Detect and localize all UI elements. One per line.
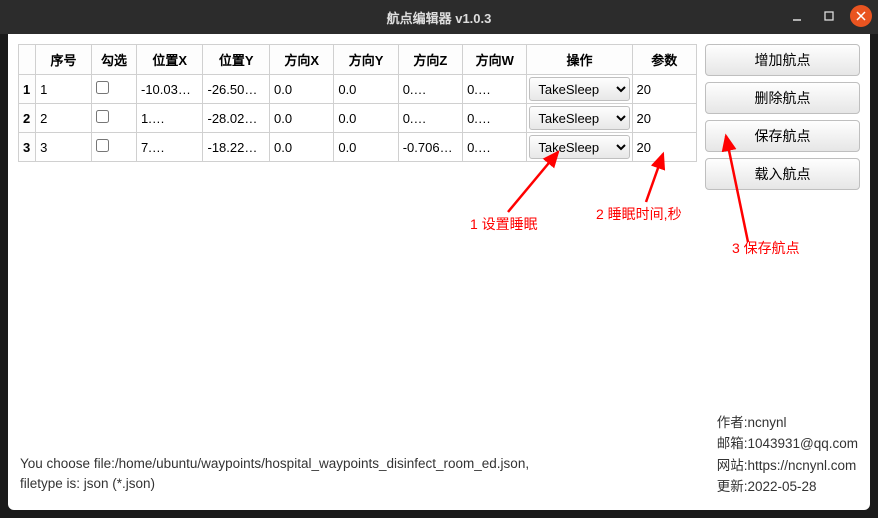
waypoint-table[interactable]: 序号 勾选 位置X 位置Y 方向X 方向Y 方向Z 方向W 操作 参数 11-1 — [18, 44, 697, 162]
cell-dirz[interactable]: 0.… — [398, 104, 462, 133]
meta-update: 更新:2022-05-28 — [717, 476, 858, 498]
cell-check[interactable] — [91, 75, 136, 104]
cell-posx[interactable]: -10.03… — [136, 75, 203, 104]
minimize-button[interactable] — [786, 5, 808, 27]
save-waypoint-button[interactable]: 保存航点 — [705, 120, 860, 152]
table-row[interactable]: 221.…-28.02…0.00.00.…0.…TakeSleep20 — [19, 104, 697, 133]
meta-email: 邮箱:1043931@qq.com — [717, 433, 858, 455]
left-pane: 序号 勾选 位置X 位置Y 方向X 方向Y 方向Z 方向W 操作 参数 11-1 — [18, 44, 697, 510]
col-dirx[interactable]: 方向X — [269, 45, 333, 75]
waypoint-table-container: 序号 勾选 位置X 位置Y 方向X 方向Y 方向Z 方向W 操作 参数 11-1 — [18, 44, 697, 510]
col-posx[interactable]: 位置X — [136, 45, 203, 75]
footer-line2: filetype is: json (*.json) — [20, 474, 529, 494]
col-check[interactable]: 勾选 — [91, 45, 136, 75]
cell-param[interactable]: 20 — [632, 104, 696, 133]
col-idx[interactable]: 序号 — [36, 45, 92, 75]
meta-author: 作者:ncnynl — [717, 412, 858, 434]
add-waypoint-button[interactable]: 增加航点 — [705, 44, 860, 76]
maximize-button[interactable] — [818, 5, 840, 27]
cell-dirw[interactable]: 0.… — [463, 75, 527, 104]
cell-dirw[interactable]: 0.… — [463, 104, 527, 133]
operation-select[interactable]: TakeSleep — [529, 106, 629, 130]
cell-posy[interactable]: -28.02… — [203, 104, 270, 133]
cell-param[interactable]: 20 — [632, 133, 696, 162]
delete-waypoint-button[interactable]: 删除航点 — [705, 82, 860, 114]
cell-posy[interactable]: -18.22… — [203, 133, 270, 162]
operation-select[interactable]: TakeSleep — [529, 77, 629, 101]
cell-dirx[interactable]: 0.0 — [269, 133, 333, 162]
close-button[interactable] — [850, 5, 872, 27]
cell-check[interactable] — [91, 133, 136, 162]
table-row[interactable]: 11-10.03…-26.50…0.00.00.…0.…TakeSleep20 — [19, 75, 697, 104]
cell-posx[interactable]: 7.… — [136, 133, 203, 162]
cell-idx[interactable]: 2 — [36, 104, 92, 133]
load-waypoint-button[interactable]: 载入航点 — [705, 158, 860, 190]
window-body: 序号 勾选 位置X 位置Y 方向X 方向Y 方向Z 方向W 操作 参数 11-1 — [8, 34, 870, 510]
col-posy[interactable]: 位置Y — [203, 45, 270, 75]
cell-diry[interactable]: 0.0 — [334, 104, 398, 133]
cell-op[interactable]: TakeSleep — [527, 104, 632, 133]
annotation-1: 1 设置睡眠 — [470, 214, 538, 234]
col-dirw[interactable]: 方向W — [463, 45, 527, 75]
annotation-2: 2 睡眠时间,秒 — [596, 204, 682, 224]
cell-idx[interactable]: 1 — [36, 75, 92, 104]
titlebar: 航点编辑器 v1.0.3 — [0, 0, 878, 34]
cell-check[interactable] — [91, 104, 136, 133]
operation-select[interactable]: TakeSleep — [529, 135, 629, 159]
col-op[interactable]: 操作 — [527, 45, 632, 75]
cell-posx[interactable]: 1.… — [136, 104, 203, 133]
cell-dirx[interactable]: 0.0 — [269, 75, 333, 104]
cell-diry[interactable]: 0.0 — [334, 133, 398, 162]
window-title: 航点编辑器 v1.0.3 — [387, 8, 492, 27]
cell-dirz[interactable]: -0.706… — [398, 133, 462, 162]
cell-diry[interactable]: 0.0 — [334, 75, 398, 104]
row-number: 2 — [19, 104, 36, 133]
cell-param[interactable]: 20 — [632, 75, 696, 104]
cell-posy[interactable]: -26.50… — [203, 75, 270, 104]
cell-idx[interactable]: 3 — [36, 133, 92, 162]
meta-site: 网站:https://ncnynl.com — [717, 455, 858, 477]
cell-dirx[interactable]: 0.0 — [269, 104, 333, 133]
footer-line1: You choose file:/home/ubuntu/waypoints/h… — [20, 454, 529, 474]
cell-dirz[interactable]: 0.… — [398, 75, 462, 104]
row-checkbox[interactable] — [96, 81, 109, 94]
table-header-row: 序号 勾选 位置X 位置Y 方向X 方向Y 方向Z 方向W 操作 参数 — [19, 45, 697, 75]
col-dirz[interactable]: 方向Z — [398, 45, 462, 75]
col-param[interactable]: 参数 — [632, 45, 696, 75]
status-footer: You choose file:/home/ubuntu/waypoints/h… — [20, 454, 529, 495]
annotation-3: 3 保存航点 — [732, 238, 800, 258]
window-controls — [786, 5, 872, 27]
cell-op[interactable]: TakeSleep — [527, 133, 632, 162]
row-number: 3 — [19, 133, 36, 162]
cell-dirw[interactable]: 0.… — [463, 133, 527, 162]
row-checkbox[interactable] — [96, 110, 109, 123]
cell-op[interactable]: TakeSleep — [527, 75, 632, 104]
row-number: 1 — [19, 75, 36, 104]
col-diry[interactable]: 方向Y — [334, 45, 398, 75]
meta-info: 作者:ncnynl 邮箱:1043931@qq.com 网站:https://n… — [717, 412, 858, 498]
table-row[interactable]: 337.…-18.22…0.00.0-0.706…0.…TakeSleep20 — [19, 133, 697, 162]
row-checkbox[interactable] — [96, 139, 109, 152]
